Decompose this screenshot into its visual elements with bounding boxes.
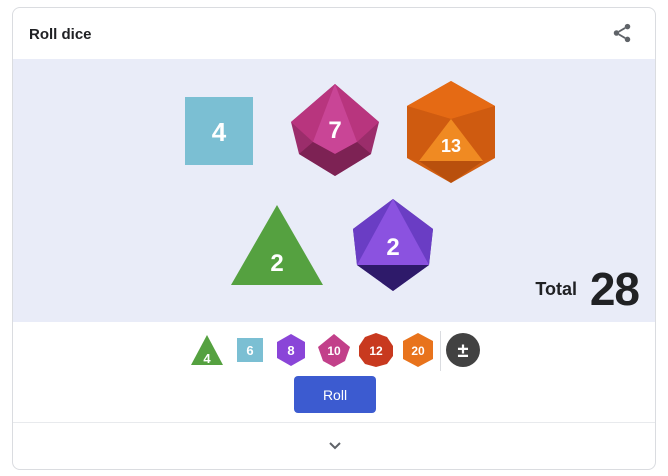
die-d8-value: 2 <box>386 234 399 261</box>
roll-button[interactable]: Roll <box>294 376 376 413</box>
svg-text:±: ± <box>458 340 469 362</box>
add-d20-button[interactable]: 20 <box>399 331 437 369</box>
add-d8-button[interactable]: 8 <box>272 331 310 369</box>
add-d6-button[interactable]: 6 <box>231 331 269 369</box>
svg-text:12: 12 <box>369 344 383 358</box>
die-d10-value: 7 <box>328 117 341 144</box>
dice-stage: 4 7 13 2 2 Total 28 <box>13 59 655 322</box>
add-d10-button[interactable]: 10 <box>315 331 353 369</box>
add-d4-button[interactable]: 4 <box>188 331 226 369</box>
die-d4-value: 2 <box>270 250 283 277</box>
add-d12-button[interactable]: 12 <box>357 331 395 369</box>
svg-text:6: 6 <box>246 343 253 358</box>
picker-divider <box>440 331 441 371</box>
die-d20-value: 13 <box>441 136 461 156</box>
svg-text:4: 4 <box>203 351 211 366</box>
die-d20: 13 <box>407 81 495 183</box>
share-icon[interactable] <box>611 22 633 44</box>
card-header: Roll dice <box>13 8 655 59</box>
svg-text:10: 10 <box>327 344 341 358</box>
die-d8: 2 <box>353 199 433 291</box>
dice-roller-card: Roll dice 4 7 13 2 2 Total 28 4 6 8 10 1… <box>12 7 656 470</box>
chevron-down-icon[interactable] <box>325 436 345 456</box>
footer-divider <box>13 422 655 423</box>
plus-minus-icon[interactable]: ± <box>444 331 482 369</box>
total-value: 28 <box>589 263 640 315</box>
card-title: Roll dice <box>29 26 92 43</box>
die-d6-value: 4 <box>212 117 227 147</box>
die-d4: 2 <box>231 205 323 285</box>
svg-text:8: 8 <box>287 343 294 358</box>
svg-text:20: 20 <box>411 344 425 358</box>
die-d6: 4 <box>185 97 253 165</box>
dice-picker: 4 6 8 10 12 20 ± <box>13 331 655 371</box>
total-label: Total <box>535 279 577 299</box>
die-d10: 7 <box>291 84 379 176</box>
